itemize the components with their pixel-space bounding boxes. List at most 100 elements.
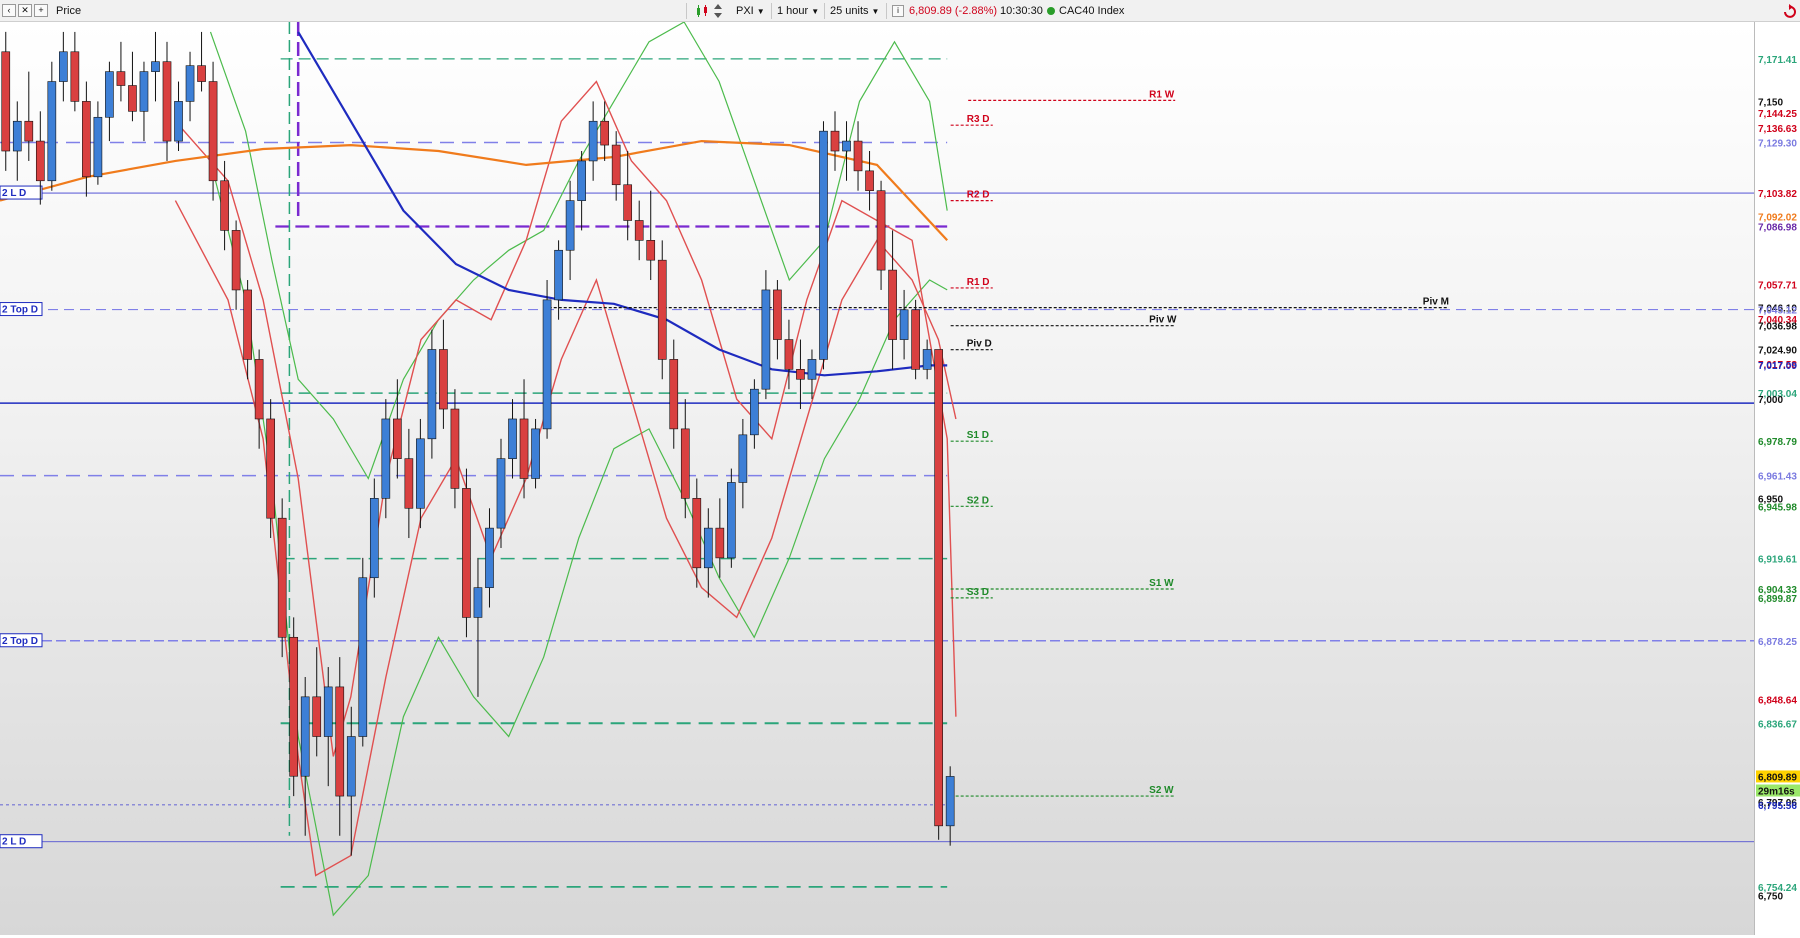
candle-body	[922, 349, 932, 370]
price-label: Price	[56, 5, 82, 17]
candle-body	[784, 339, 794, 370]
axis-tick-label: 7,171.41	[1758, 55, 1797, 66]
interval-select[interactable]: 1 hour ▼	[777, 0, 819, 22]
candle-body	[634, 220, 644, 241]
axis-tick-label: 6,878.25	[1758, 637, 1797, 648]
units-select[interactable]: 25 units ▼	[830, 0, 879, 22]
add-indicator-icon[interactable]: +	[34, 4, 48, 17]
candle-body	[369, 498, 379, 579]
pivot-label: S1 W	[1149, 578, 1174, 589]
candle-body	[611, 144, 621, 186]
ticker-caret-icon: ▼	[756, 7, 765, 16]
refresh-icon[interactable]	[1782, 4, 1796, 18]
axis-tick-label: 6,919.61	[1758, 555, 1797, 566]
left-level-label: 2 Top D	[2, 636, 38, 647]
axis-tick-label: 7,086.98	[1758, 222, 1797, 233]
axis-tick-label: 6,795.56	[1758, 801, 1797, 812]
candle-body	[12, 120, 22, 152]
candle-body	[462, 488, 471, 618]
axis-tick-label: 7,000	[1758, 395, 1783, 406]
candle-body	[47, 81, 57, 182]
candle-body	[853, 140, 863, 172]
candle-body	[646, 240, 656, 261]
bollinger-upper-line	[209, 22, 948, 480]
pivot-label: S2 D	[967, 495, 989, 506]
candle-body	[139, 71, 149, 112]
info-icon[interactable]: i	[892, 5, 904, 17]
candle-body	[934, 349, 943, 827]
candle-body	[300, 696, 310, 777]
candle-body	[82, 101, 91, 178]
candle-body	[669, 359, 679, 430]
candle-body	[899, 309, 909, 340]
candle-body	[738, 434, 748, 483]
axis-tick-label: 7,150	[1758, 97, 1783, 108]
quote-time: 10:30:30	[1000, 5, 1043, 17]
toolbar-divider	[886, 3, 887, 19]
candle-body	[565, 200, 575, 251]
candle-body	[197, 65, 206, 82]
pivot-label: R2 D	[967, 190, 990, 201]
axis-tick-label: 7,024.90	[1758, 346, 1797, 357]
index-name: CAC40 Index	[1047, 0, 1124, 22]
candle-body	[727, 482, 736, 559]
ticker-select[interactable]: PXI ▼	[736, 0, 765, 22]
candle-body	[393, 418, 402, 459]
axis-tick-label: 6,978.79	[1758, 437, 1797, 448]
axis-tick-label: 6,836.67	[1758, 719, 1797, 730]
candle-body	[807, 359, 817, 380]
candle-body	[323, 686, 333, 737]
left-level-label: 2 L D	[2, 837, 26, 848]
candle-body	[761, 289, 771, 390]
candle-body	[346, 736, 356, 797]
toolbar-divider	[686, 3, 687, 19]
axis-tick-label: 7,103.82	[1758, 189, 1797, 200]
candle-body	[600, 120, 609, 146]
price-chart[interactable]: R1 W R3 D R2 D R1 D Piv M Piv W Piv D S1 D S2 D S…	[0, 22, 1754, 935]
candle-body	[289, 636, 299, 777]
candle-body	[473, 587, 483, 618]
chart-plot-area[interactable]: R1 W R3 D R2 D R1 D Piv M Piv W Piv D S1 D S2 D S…	[0, 22, 1754, 935]
candle-body	[162, 61, 172, 142]
candle-body	[623, 184, 633, 221]
candle-body	[128, 85, 137, 112]
candle-body	[59, 51, 68, 82]
candle-body	[657, 259, 667, 360]
axis-tick-label: 6,809.89	[1758, 772, 1797, 783]
candle-body	[577, 160, 586, 201]
candle-body	[416, 438, 425, 509]
close-chart-icon[interactable]: ✕	[18, 4, 32, 17]
pivot-label: Piv D	[967, 339, 992, 350]
candle-body	[220, 180, 229, 231]
price-axis[interactable]: 7,171.41 7,150 7,144.25 7,136.63 7,129.30 7,1…	[1754, 22, 1800, 935]
candlestick-type-icon[interactable]	[695, 4, 709, 18]
axis-tick-label: 7,057.71	[1758, 281, 1797, 292]
toolbar-divider	[824, 3, 825, 19]
candle-body	[876, 190, 886, 271]
candle-body	[945, 776, 955, 827]
candle-body	[439, 349, 448, 410]
candle-body	[842, 140, 851, 152]
pivot-label: Piv W	[1149, 315, 1177, 326]
candle-body	[35, 140, 45, 182]
axis-tick-label: 7,129.30	[1758, 138, 1797, 149]
axis-tick-label: 7,144.25	[1758, 109, 1797, 120]
candle-body	[105, 71, 114, 118]
candle-body	[151, 61, 160, 72]
chart-toolbar: ‹ ✕ + Price PXI ▼ 1 hour ▼ 25 units ▼ i 6,8…	[0, 0, 1800, 22]
candle-body	[358, 577, 368, 737]
candle-body	[485, 527, 494, 588]
candle-body	[554, 249, 563, 301]
axis-tick-label: 6,899.87	[1758, 594, 1797, 605]
collapse-icon[interactable]: ‹	[2, 4, 16, 17]
price-axis-labels: 7,171.41 7,1507,144.25 7,136.63 7,129.30 7,1…	[1756, 55, 1800, 902]
interval-caret-icon: ▼	[811, 7, 820, 16]
pivot-label: S2 W	[1149, 785, 1174, 796]
candle-body	[496, 458, 506, 529]
candle-body	[185, 65, 195, 102]
axis-tick-label: 7,136.63	[1758, 124, 1797, 135]
left-level-label: 2 L D	[2, 188, 26, 199]
scroll-arrows-icon[interactable]	[712, 3, 724, 19]
toolbar-divider	[771, 3, 772, 19]
left-level-label: 2 Top D	[2, 305, 38, 316]
